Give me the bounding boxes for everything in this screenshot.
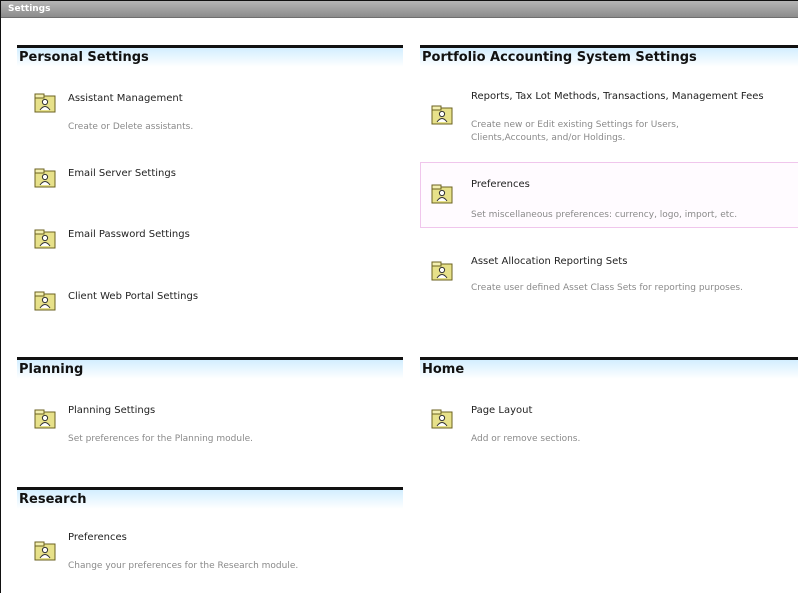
setting-title: Page Layout [471, 405, 533, 416]
section-home: Home [420, 357, 798, 379]
setting-description: Create user defined Asset Class Sets for… [471, 283, 743, 293]
setting-description-line1: Create new or Edit existing Settings for… [471, 120, 679, 130]
setting-description: Set miscellaneous preferences: currency,… [471, 210, 738, 220]
folder-user-icon [34, 541, 56, 561]
folder-user-icon [34, 229, 56, 249]
setting-title: Asset Allocation Reporting Sets [471, 256, 628, 267]
setting-title: Preferences [68, 532, 127, 543]
folder-user-icon [431, 409, 453, 429]
setting-description: Set preferences for the Planning module. [68, 434, 253, 444]
setting-title: Preferences [471, 179, 530, 190]
section-header-research: Research [17, 487, 403, 509]
folder-user-icon [431, 261, 453, 281]
folder-user-icon [34, 168, 56, 188]
setting-title: Assistant Management [68, 93, 183, 104]
folder-user-icon [34, 291, 56, 311]
setting-title: Email Server Settings [68, 168, 176, 179]
setting-description: Change your preferences for the Research… [68, 561, 299, 571]
settings-window: Settings Personal Settings Assistant Man… [0, 0, 798, 593]
section-header-planning: Planning [17, 357, 403, 379]
setting-description: Add or remove sections. [471, 434, 581, 444]
folder-user-icon [34, 409, 56, 429]
setting-description-line2: Clients,Accounts, and/or Holdings. [471, 133, 626, 143]
section-header-portfolio: Portfolio Accounting System Settings [420, 45, 798, 67]
window-title: Settings [1, 1, 798, 18]
setting-description: Create or Delete assistants. [68, 122, 194, 132]
folder-user-icon [431, 184, 453, 204]
section-planning: Planning [17, 357, 403, 379]
section-research: Research [17, 487, 403, 509]
section-portfolio-accounting: Portfolio Accounting System Settings [420, 45, 798, 67]
setting-title: Client Web Portal Settings [68, 291, 199, 302]
section-header-home: Home [420, 357, 798, 379]
folder-user-icon [431, 105, 453, 125]
section-header-personal: Personal Settings [17, 45, 403, 67]
setting-title: Email Password Settings [68, 229, 190, 240]
setting-title: Planning Settings [68, 405, 156, 416]
setting-title: Reports, Tax Lot Methods, Transactions, … [471, 91, 764, 102]
folder-user-icon [34, 93, 56, 113]
section-personal-settings: Personal Settings [17, 45, 403, 67]
